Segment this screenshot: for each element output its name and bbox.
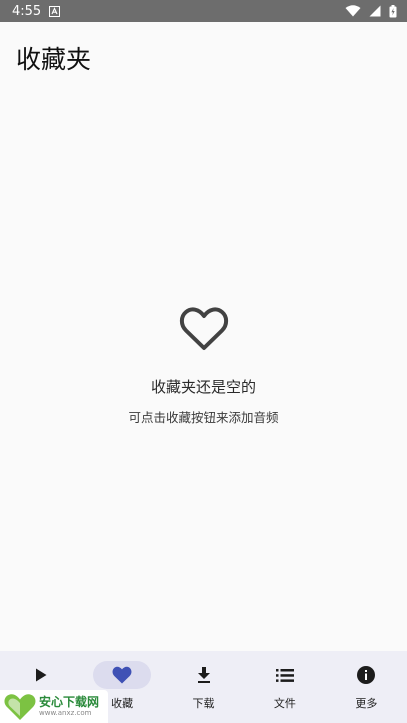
- active-indicator: [93, 661, 152, 689]
- watermark-heart-icon: [4, 693, 36, 720]
- download-icon: [197, 667, 210, 683]
- battery-icon: [389, 4, 397, 17]
- status-bar: 4:55: [0, 0, 407, 22]
- watermark-logo: 安心下载网 www.anxz.com: [0, 690, 108, 723]
- empty-state-subtitle: 可点击收藏按钮来添加音频: [128, 410, 279, 425]
- nav-label-favorites: 收藏: [111, 697, 134, 710]
- nav-item-downloads[interactable]: 下载: [163, 651, 244, 723]
- play-icon: [35, 668, 47, 682]
- status-time: 4:55: [12, 3, 42, 19]
- watermark-url: www.anxz.com: [39, 709, 92, 717]
- nav-label-files: 文件: [273, 697, 296, 710]
- heart-icon: [112, 666, 132, 684]
- watermark-name: 安心下载网: [39, 695, 100, 709]
- list-icon: [275, 668, 294, 682]
- empty-state-title: 收藏夹还是空的: [150, 378, 256, 396]
- wifi-icon: [345, 5, 361, 17]
- signal-icon: [369, 5, 381, 17]
- nav-label-downloads: 下载: [192, 697, 215, 710]
- info-icon: [357, 666, 376, 684]
- page-title: 收藏夹: [16, 45, 92, 74]
- notification-icon: [49, 5, 61, 17]
- nav-item-more[interactable]: 更多: [326, 651, 407, 723]
- empty-state: 收藏夹还是空的 可点击收藏按钮来添加音频: [0, 306, 407, 426]
- heart-outline-icon: [179, 307, 228, 350]
- nav-label-more: 更多: [355, 697, 378, 710]
- nav-item-files[interactable]: 文件: [244, 651, 325, 723]
